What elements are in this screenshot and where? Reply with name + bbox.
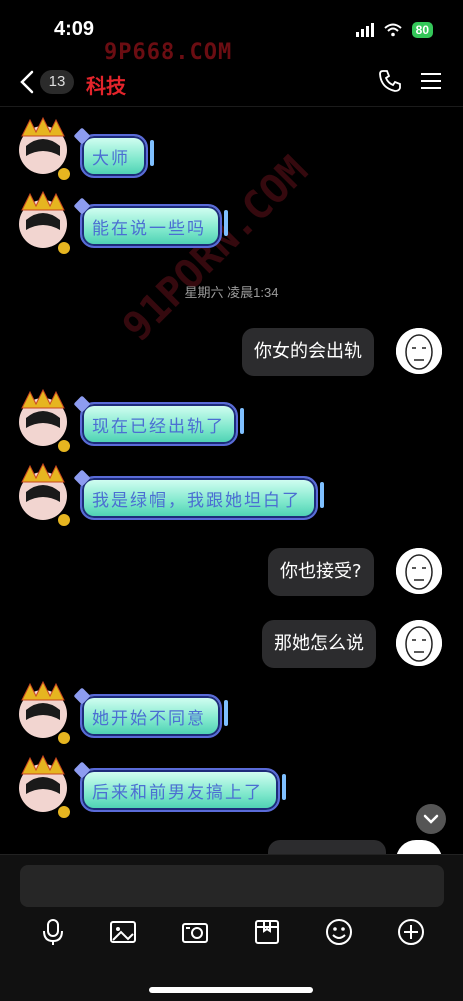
wifi-icon (383, 23, 402, 37)
plus-icon[interactable] (396, 917, 426, 947)
timestamp: 星期六 凌晨1:34 (184, 285, 279, 300)
message-bubble[interactable]: 现在已经出轨了 (80, 402, 244, 446)
unread-count-badge[interactable]: 13 (40, 70, 74, 94)
message-text: 大师 (92, 148, 130, 169)
chat-area[interactable]: 91PORN.COM 大师 能在说一些吗 星期六 凌晨1:34 你女的会出轨 现… (0, 106, 463, 854)
message-bubble[interactable]: 那她怎么说 (262, 620, 376, 668)
avatar[interactable] (14, 388, 72, 452)
message-input[interactable] (20, 865, 444, 907)
chat-title: 科技 (86, 74, 126, 98)
package-icon[interactable] (252, 917, 282, 947)
message-text: 那她怎么说 (274, 633, 364, 654)
menu-icon[interactable] (419, 70, 443, 92)
message-text: 能在说一些吗 (92, 218, 206, 239)
battery-indicator: 80 (411, 22, 433, 38)
emoji-icon[interactable] (324, 917, 354, 947)
signal-icon (355, 23, 374, 37)
avatar[interactable] (14, 190, 72, 254)
composer (0, 854, 463, 1001)
status-icons: 80 (355, 22, 433, 38)
avatar[interactable] (14, 116, 72, 180)
avatar[interactable] (14, 754, 72, 818)
avatar[interactable] (396, 620, 442, 666)
message-bubble[interactable]: 能在说一些吗 (80, 204, 228, 248)
message-text: 现在已经出轨了 (92, 416, 225, 437)
message-bubble[interactable]: 我是绿帽，我跟她坦白了 (80, 476, 324, 520)
status-bar: 4:09 9P668.COM 80 (0, 0, 463, 65)
avatar[interactable] (14, 680, 72, 744)
image-icon[interactable] (108, 917, 138, 947)
avatar[interactable] (396, 548, 442, 594)
avatar[interactable] (396, 328, 442, 374)
message-bubble[interactable]: 你女的会出轨 (242, 328, 374, 376)
message-bubble[interactable] (268, 840, 386, 854)
scroll-down-button[interactable] (416, 804, 446, 834)
phone-icon[interactable] (377, 68, 403, 94)
message-bubble[interactable]: 你也接受? (268, 548, 374, 596)
message-text: 你也接受? (280, 561, 362, 582)
message-bubble[interactable]: 大师 (80, 134, 154, 178)
status-time: 4:09 (54, 18, 95, 40)
message-text: 你女的会出轨 (254, 341, 362, 362)
message-text: 她开始不同意 (92, 708, 206, 729)
chat-header: 13 科技 (0, 60, 463, 107)
home-indicator (149, 987, 313, 993)
watermark-diagonal: 91PORN.COM (114, 147, 317, 351)
avatar[interactable] (396, 840, 442, 854)
message-bubble[interactable]: 她开始不同意 (80, 694, 228, 738)
camera-icon[interactable] (180, 917, 210, 947)
message-text: 我是绿帽，我跟她坦白了 (92, 490, 301, 511)
chevron-down-icon (423, 814, 439, 824)
message-text: 后来和前男友搞上了 (92, 782, 263, 803)
back-icon[interactable] (16, 68, 40, 96)
message-bubble[interactable]: 后来和前男友搞上了 (80, 768, 286, 812)
avatar[interactable] (14, 462, 72, 526)
mic-icon[interactable] (38, 917, 68, 947)
